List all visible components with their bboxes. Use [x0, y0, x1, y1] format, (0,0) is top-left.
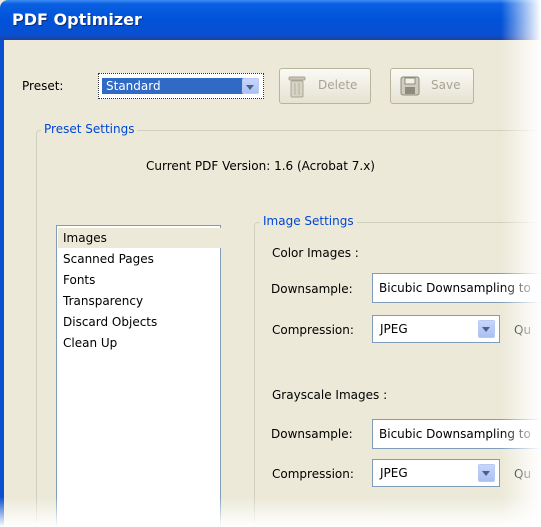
list-item-scanned-pages[interactable]: Scanned Pages — [63, 249, 154, 269]
grayscale-compression-dropdown[interactable]: JPEG — [372, 459, 500, 487]
list-item-images[interactable]: Images — [58, 228, 221, 248]
window-title: PDF Optimizer — [12, 10, 142, 29]
color-downsample-label: Downsample: — [271, 282, 353, 296]
trash-icon — [288, 76, 306, 98]
color-downsample-value: Bicubic Downsampling to — [379, 281, 531, 295]
category-list[interactable]: Images Scanned Pages Fonts Transparency … — [56, 225, 221, 527]
list-item-transparency[interactable]: Transparency — [63, 291, 143, 311]
chevron-down-icon[interactable] — [478, 464, 495, 482]
color-compression-dropdown[interactable]: JPEG — [372, 315, 500, 343]
color-images-heading: Color Images : — [272, 246, 359, 260]
delete-button-label: Delete — [318, 78, 358, 92]
grayscale-compression-label: Compression: — [272, 467, 354, 481]
color-downsample-field[interactable]: Bicubic Downsampling to — [372, 273, 541, 303]
list-item-fonts[interactable]: Fonts — [63, 270, 95, 290]
grayscale-quality-label: Qu — [514, 467, 532, 481]
floppy-disk-icon — [400, 76, 420, 96]
grayscale-downsample-label: Downsample: — [271, 427, 353, 441]
pdf-version-text: Current PDF Version: 1.6 (Acrobat 7.x) — [146, 159, 375, 173]
preset-dropdown[interactable]: Standard — [98, 73, 264, 99]
chevron-down-icon[interactable] — [242, 78, 259, 94]
color-compression-value: JPEG — [380, 322, 408, 336]
color-compression-label: Compression: — [272, 323, 354, 337]
grayscale-compression-value: JPEG — [380, 466, 408, 480]
preset-selected-value: Standard — [102, 78, 246, 94]
window-frame-left — [0, 40, 4, 527]
preset-label: Preset: — [22, 79, 64, 93]
image-settings-title: Image Settings — [260, 214, 357, 228]
list-item-discard-objects[interactable]: Discard Objects — [63, 312, 157, 332]
color-quality-label: Qu — [514, 323, 532, 337]
save-button-label: Save — [431, 78, 461, 92]
pdf-optimizer-window: PDF Optimizer Preset: Standard Delete Sa… — [0, 0, 541, 527]
title-bar[interactable]: PDF Optimizer — [0, 0, 541, 40]
grayscale-downsample-value: Bicubic Downsampling to — [379, 427, 531, 441]
preset-settings-title: Preset Settings — [41, 122, 138, 136]
chevron-down-icon[interactable] — [478, 320, 495, 338]
list-item-clean-up[interactable]: Clean Up — [63, 333, 117, 353]
save-button[interactable]: Save — [390, 68, 474, 104]
grayscale-downsample-field[interactable]: Bicubic Downsampling to — [372, 419, 541, 449]
grayscale-images-heading: Grayscale Images : — [272, 388, 388, 402]
delete-button[interactable]: Delete — [279, 68, 371, 104]
